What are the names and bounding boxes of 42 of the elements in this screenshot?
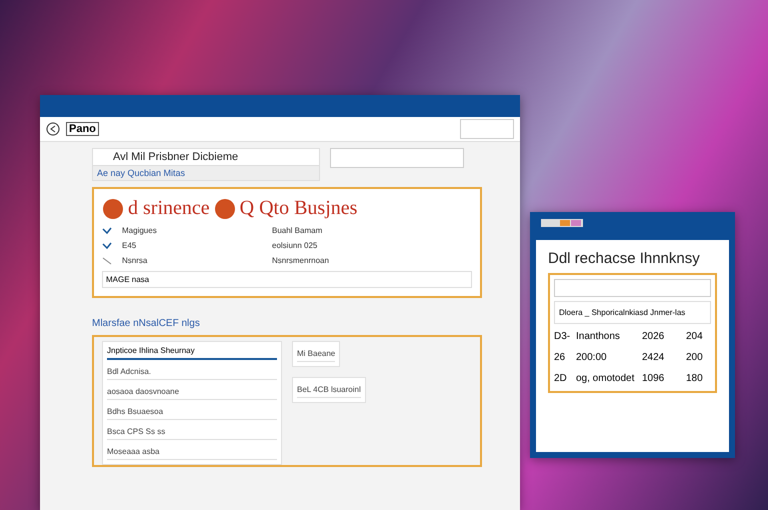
table-cell-text: 204 <box>686 331 704 342</box>
list-item: aosaoa daosvnoane <box>107 384 277 400</box>
search-field[interactable] <box>330 148 464 168</box>
note-text: MAGE nasa <box>102 271 472 288</box>
logo-icon <box>214 198 236 220</box>
table-cell-text: 2026 <box>642 331 666 342</box>
card-text: Mi Baeane <box>297 346 336 362</box>
list-item: Moseaaa asba <box>107 444 277 460</box>
info-value: eolsiunn 025 <box>272 241 318 250</box>
popup-heading: Ddl rechacse Ihnnknsy <box>548 250 701 267</box>
table-cell-text: Inanthons <box>576 331 621 342</box>
table-cell-text: og, omotodet <box>576 373 636 384</box>
info-value: Buahl Bamam <box>272 226 324 235</box>
battery-icon <box>540 218 586 228</box>
card-text: BeL 4CB lsuaroinl <box>297 382 361 398</box>
info-label: Magigues <box>122 226 158 235</box>
toolbar-field[interactable] <box>460 119 514 139</box>
card-title: Jnpticoe Ihlina Sheurnay <box>107 346 277 360</box>
logo-icon <box>102 198 124 220</box>
table-cell-text: 26 <box>554 352 566 363</box>
subheading: Ae nay Qucbian Mitas <box>93 165 319 180</box>
input-field[interactable] <box>554 279 711 297</box>
list-item: Bdl Adcnisa. <box>107 364 277 380</box>
table-cell-text: 200:00 <box>576 352 608 363</box>
info-label: Nsnrsa <box>122 256 148 265</box>
table-cell-text: D3- <box>554 331 572 342</box>
table-cell-text: 1096 <box>642 373 666 384</box>
page-heading: Avl Mil Prisbner Dicbieme <box>112 150 240 165</box>
info-value: Nsnrsmenrnoan <box>272 256 330 265</box>
table-cell-text: 2D <box>554 373 568 384</box>
table-cell-text: 2424 <box>642 352 666 363</box>
table-cell-text: 180 <box>686 373 704 384</box>
banner-text: d srinence <box>128 197 210 220</box>
address-text: Pano <box>66 122 99 136</box>
info-label: E45 <box>122 241 138 250</box>
list-item: Bsca CPS Ss ss <box>107 424 277 440</box>
section-title: Mlarsfae nNsalCEF nlgs <box>92 318 201 329</box>
table-cell-text: 200 <box>686 352 704 363</box>
back-icon[interactable] <box>46 122 60 136</box>
banner-text: Q Qto Busjnes <box>240 197 358 220</box>
list-item: Bdhs Bsuaesoa <box>107 404 277 420</box>
caption-text: Dloera _ Shporicalnkiasd Jnmer-las <box>554 301 711 324</box>
